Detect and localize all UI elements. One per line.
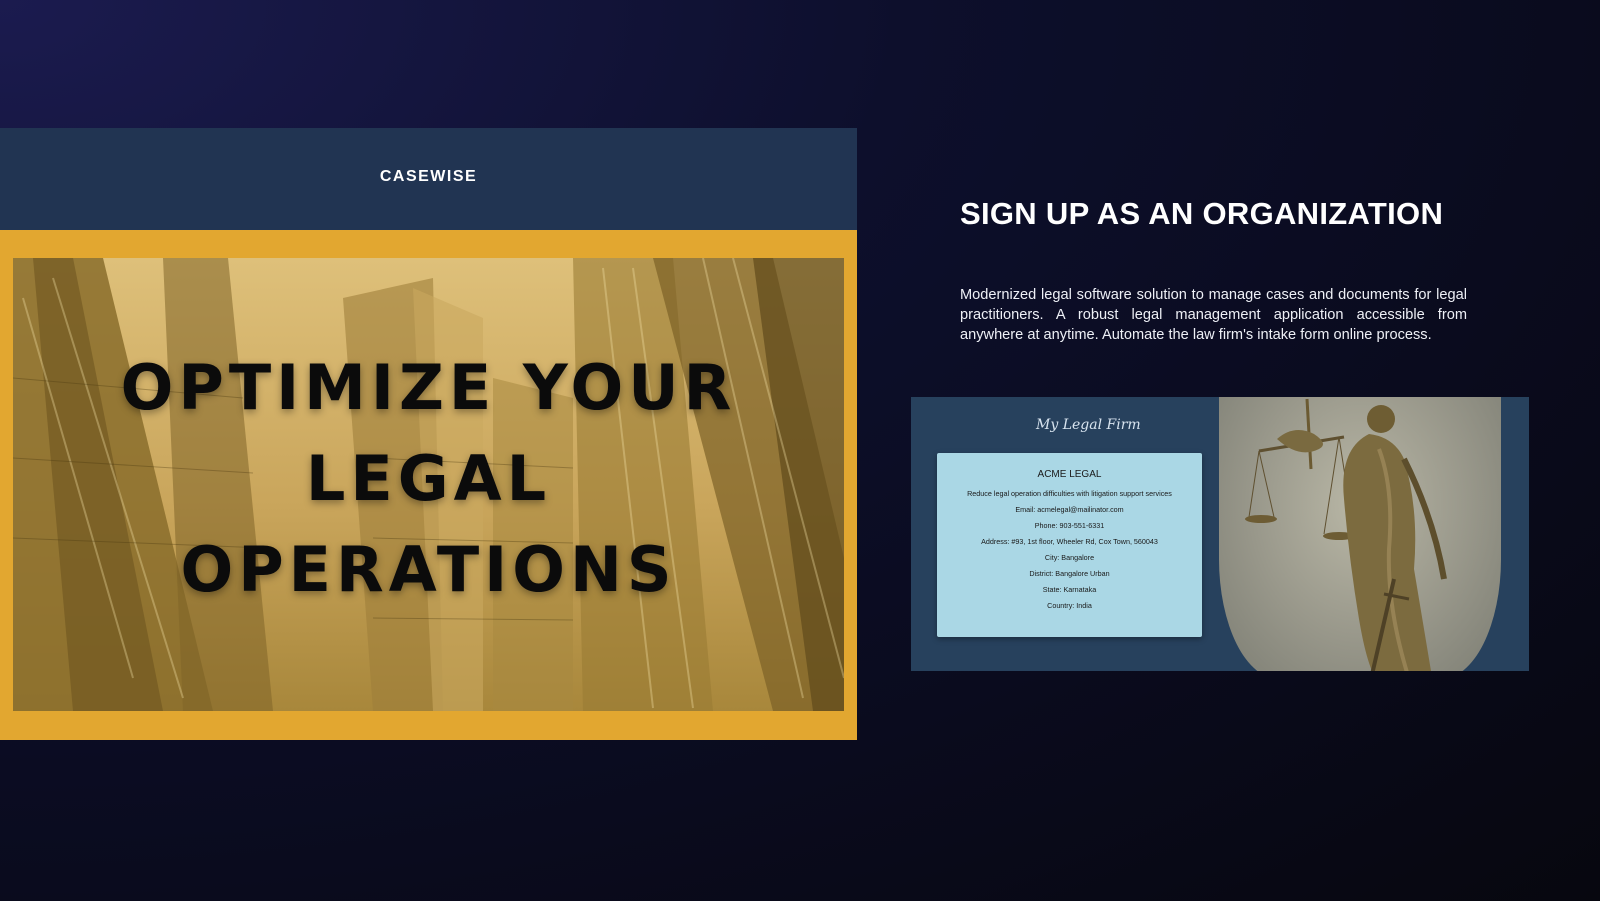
card-country: Country: India	[1047, 601, 1092, 610]
card-address: Address: #93, 1st floor, Wheeler Rd, Cox…	[981, 537, 1158, 546]
card-title: ACME LEGAL	[1037, 469, 1102, 480]
card-city: City: Bangalore	[1044, 553, 1095, 562]
card-tagline: Reduce legal operation difficulties with…	[967, 489, 1172, 498]
brand-logo-text[interactable]: CASEWISE	[380, 168, 477, 186]
organization-preview: My Legal Firm ACME LEGAL Reduce legal op…	[911, 397, 1529, 671]
hero-headline: OPTIMIZE YOUR LEGAL OPERATIONS	[13, 342, 844, 615]
organization-card: ACME LEGAL Reduce legal operation diffic…	[937, 453, 1202, 637]
hero-headline-line: OPTIMIZE YOUR	[120, 351, 737, 424]
card-district: District: Bangalore Urban	[1029, 569, 1110, 578]
firm-name: My Legal Firm	[1036, 417, 1141, 433]
hero-panel: CASEWISE OPTIMIZE YOUR LEGAL OPERATIONS	[0, 128, 857, 740]
hero-headline-line: OPERATIONS	[180, 533, 677, 606]
hero-headline-line: LEGAL	[305, 442, 552, 515]
signup-description: Modernized legal software solution to ma…	[960, 287, 1467, 343]
card-email: Email: acmelegal@mailinator.com	[1015, 505, 1124, 514]
lady-justice-image	[1219, 397, 1501, 671]
hero-frame: OPTIMIZE YOUR LEGAL OPERATIONS	[0, 230, 857, 740]
card-phone: Phone: 903-551-6331	[1034, 521, 1105, 530]
signup-title: SIGN UP AS AN ORGANIZATION	[960, 196, 1444, 231]
city-skyline-image: OPTIMIZE YOUR LEGAL OPERATIONS	[13, 258, 844, 711]
app-header: CASEWISE	[0, 128, 857, 230]
card-state: State: Karnataka	[1042, 585, 1097, 594]
